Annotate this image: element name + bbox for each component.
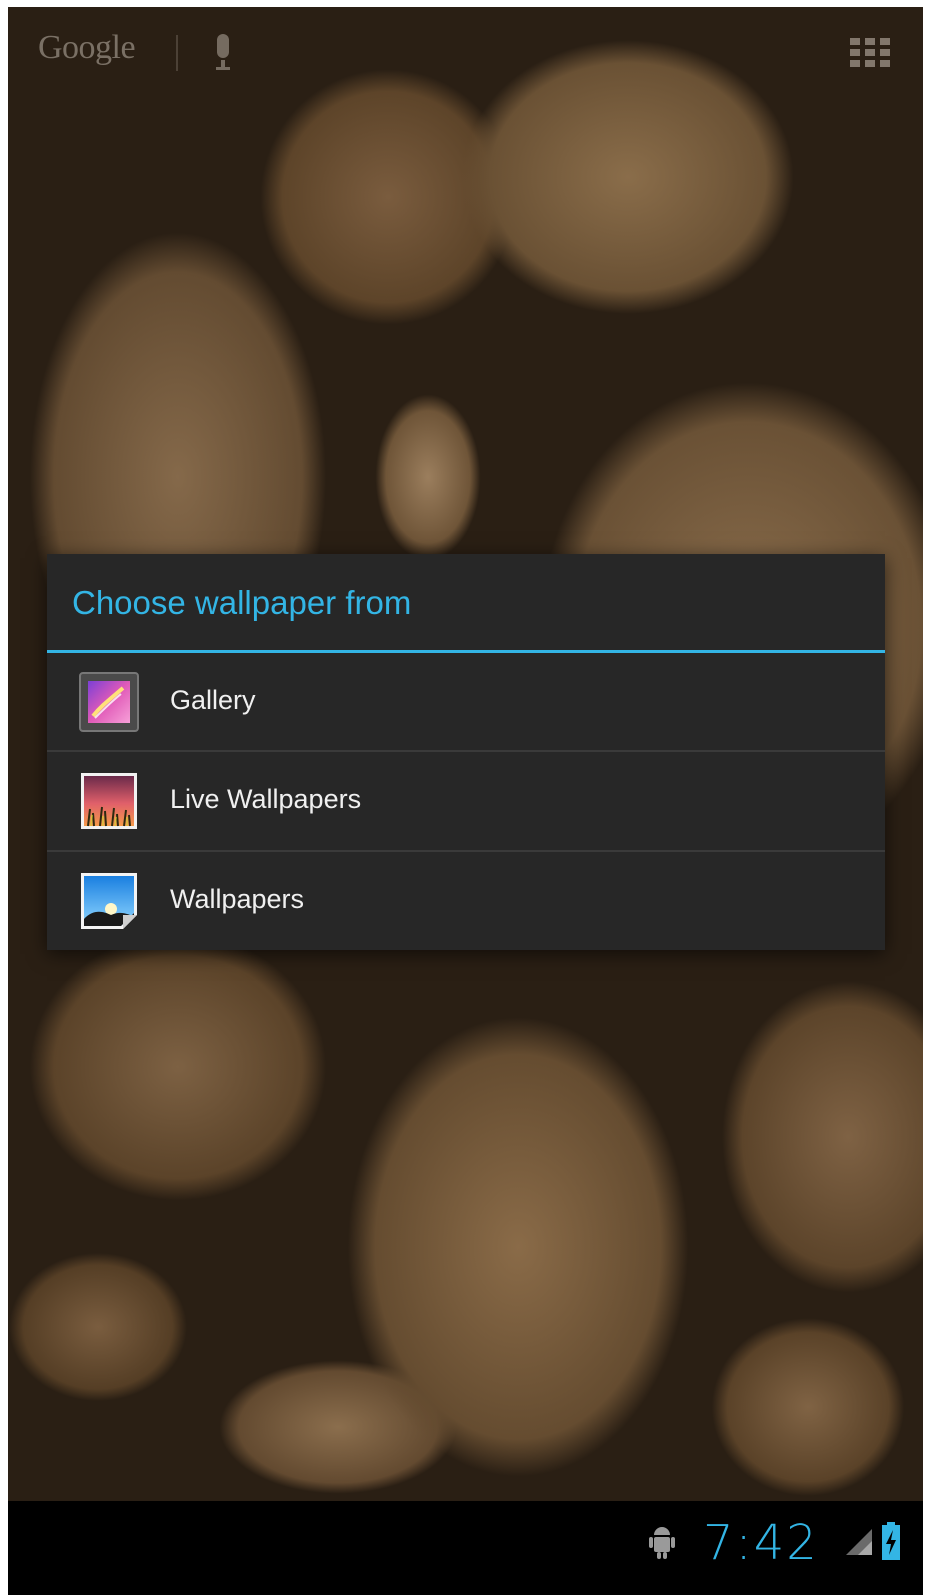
choose-wallpaper-dialog: Choose wallpaper from Gallery Live Wallp…	[47, 554, 885, 950]
home-screen: Google Choose wallpaper from Gallery Liv…	[8, 7, 923, 1595]
option-label: Live Wallpapers	[170, 784, 362, 814]
wallpapers-icon	[81, 873, 137, 929]
option-wallpapers[interactable]: Wallpapers	[47, 852, 885, 950]
signal-icon	[846, 1529, 872, 1555]
dialog-title: Choose wallpaper from	[72, 584, 412, 621]
search-bar[interactable]: Google	[8, 7, 923, 97]
system-status-bar: 7:42	[8, 1501, 923, 1595]
apps-grid-icon[interactable]	[850, 38, 892, 68]
google-search-logo[interactable]: Google	[38, 29, 136, 67]
search-divider	[176, 35, 178, 71]
battery-charging-icon	[882, 1522, 900, 1560]
option-gallery[interactable]: Gallery	[47, 653, 885, 751]
option-live-wallpapers[interactable]: Live Wallpapers	[47, 752, 885, 850]
mic-icon[interactable]	[212, 32, 234, 72]
clock: 7:42	[703, 1515, 819, 1571]
option-label: Wallpapers	[170, 884, 305, 914]
live-wallpapers-icon	[81, 773, 137, 829]
option-label: Gallery	[170, 685, 256, 715]
android-debug-icon	[649, 1527, 675, 1559]
gallery-icon	[79, 672, 139, 732]
